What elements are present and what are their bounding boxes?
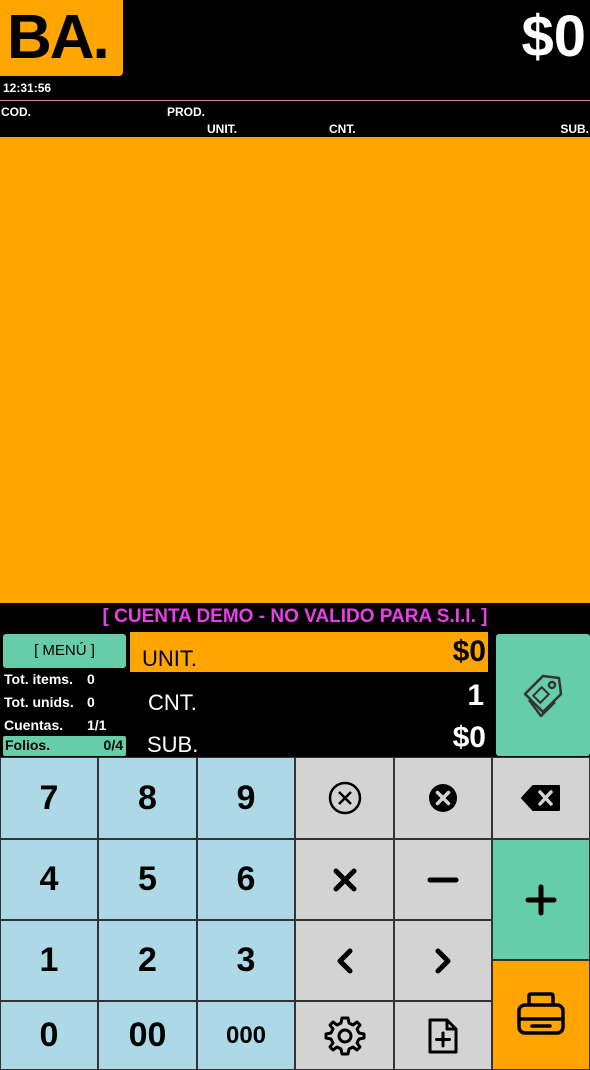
- items-list[interactable]: [0, 137, 590, 603]
- x-circle-filled-icon: [429, 784, 457, 812]
- clear-item-button[interactable]: [295, 757, 394, 839]
- key-00[interactable]: 00: [98, 1001, 197, 1070]
- column-header-cod: COD.: [1, 105, 31, 119]
- backspace-icon: [521, 785, 560, 811]
- column-header-prod: PROD.: [167, 105, 206, 119]
- previous-button[interactable]: [295, 920, 394, 1001]
- minus-button[interactable]: [394, 839, 492, 920]
- chevron-right-icon: [435, 948, 451, 973]
- total-units-label: Tot. unids.: [4, 694, 74, 710]
- gear-icon: [324, 1016, 365, 1055]
- next-button[interactable]: [394, 920, 492, 1001]
- quantity-field[interactable]: CNT. 1: [130, 676, 488, 716]
- accounts-value: 1/1: [87, 717, 107, 733]
- quantity-value: 1: [467, 679, 484, 712]
- minus-icon: [427, 877, 459, 882]
- backspace-button[interactable]: [492, 757, 590, 839]
- column-header-cnt: CNT.: [329, 122, 356, 136]
- unit-price-field[interactable]: UNIT. $0: [130, 632, 488, 672]
- x-circle-outline-icon: [328, 781, 361, 815]
- column-header-unit: UNIT.: [207, 122, 237, 136]
- key-6[interactable]: 6: [197, 839, 295, 920]
- unit-price-label: UNIT.: [142, 646, 197, 671]
- key-7[interactable]: 7: [0, 757, 98, 839]
- quantity-label: CNT.: [148, 690, 197, 715]
- demo-account-banner: [ CUENTA DEMO - NO VALIDO PARA S.I.I. ]: [102, 606, 488, 627]
- key-9[interactable]: 9: [197, 757, 295, 839]
- subtotal-field[interactable]: SUB. $0: [130, 718, 488, 758]
- total-items-label: Tot. items.: [4, 671, 73, 687]
- multiply-icon: [333, 868, 356, 891]
- total-items-value: 0: [87, 671, 95, 687]
- settings-button[interactable]: [295, 1001, 394, 1070]
- plus-icon: [525, 884, 557, 915]
- key-5[interactable]: 5: [98, 839, 197, 920]
- accounts-label: Cuentas.: [4, 717, 64, 733]
- key-3[interactable]: 3: [197, 920, 295, 1001]
- key-4[interactable]: 4: [0, 839, 98, 920]
- price-tag-icon: [523, 674, 563, 718]
- grand-total: $0: [521, 4, 586, 69]
- key-0[interactable]: 0: [0, 1001, 98, 1070]
- unit-price-value: $0: [452, 635, 486, 668]
- total-units-value: 0: [87, 694, 95, 710]
- key-8[interactable]: 8: [98, 757, 197, 839]
- folios-value: 0/4: [103, 737, 123, 753]
- cancel-button[interactable]: [394, 757, 492, 839]
- key-2[interactable]: 2: [98, 920, 197, 1001]
- price-tag-button[interactable]: [496, 634, 590, 756]
- folios-label: Folios.: [5, 737, 51, 753]
- folios-badge: Folios. 0/4: [3, 736, 126, 756]
- printer-icon: [517, 992, 565, 1035]
- menu-button[interactable]: [ MENÚ ]: [3, 634, 126, 668]
- file-plus-icon: [428, 1018, 458, 1053]
- keypad: 7 8 9 4 5 6 1 2 3 0 00 000: [0, 757, 590, 1070]
- app-logo: BA.: [0, 0, 123, 76]
- add-document-button[interactable]: [394, 1001, 492, 1070]
- key-000[interactable]: 000: [197, 1001, 295, 1070]
- chevron-left-icon: [337, 948, 352, 973]
- clock: 12:31:56: [3, 81, 52, 95]
- print-button[interactable]: [492, 960, 590, 1070]
- column-header-sub: SUB.: [560, 122, 589, 136]
- subtotal-value: $0: [452, 721, 486, 754]
- subtotal-label: SUB.: [147, 732, 199, 757]
- multiply-button[interactable]: [295, 839, 394, 920]
- plus-button[interactable]: [492, 839, 590, 960]
- header-divider: [0, 100, 590, 101]
- key-1[interactable]: 1: [0, 920, 98, 1001]
